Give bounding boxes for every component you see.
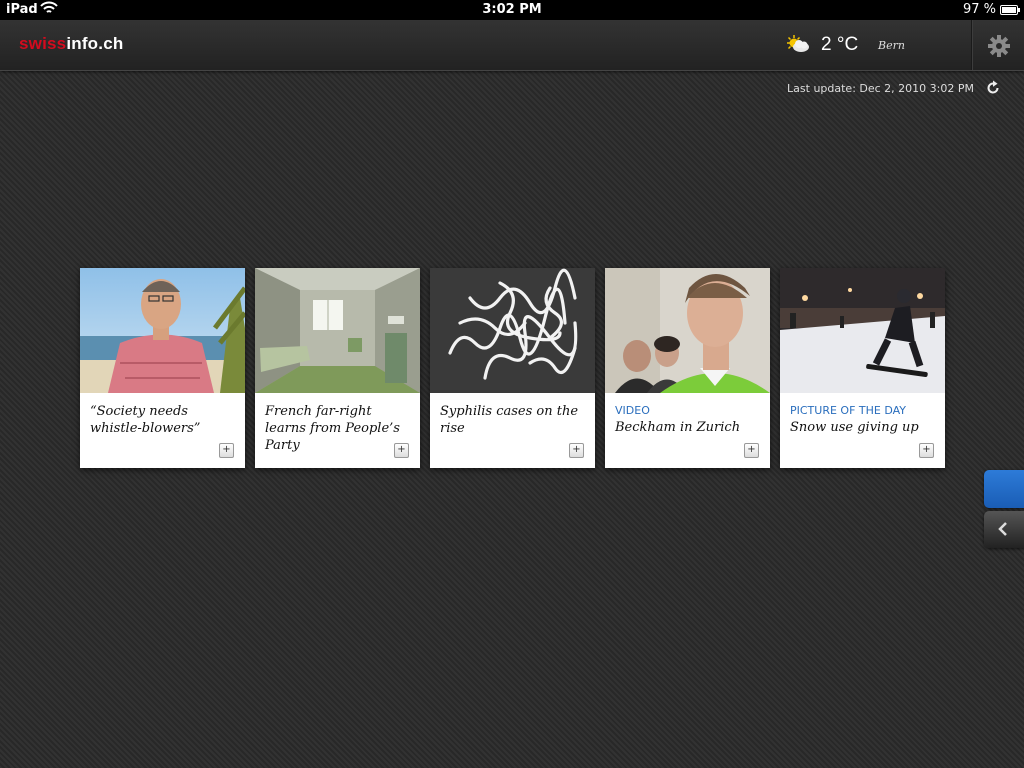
- news-title: “Society needs whistle-blowers”: [90, 404, 201, 436]
- news-title: Syphilis cases on the rise: [440, 404, 579, 436]
- news-title: French far-right learns from People’s Pa…: [265, 404, 400, 453]
- news-card[interactable]: PICTURE OF THE DAY Snow use giving up +: [780, 268, 945, 468]
- news-thumbnail: [430, 268, 595, 393]
- blue-tab[interactable]: [984, 470, 1024, 508]
- expand-button[interactable]: +: [744, 443, 759, 458]
- news-card[interactable]: Syphilis cases on the rise +: [430, 268, 595, 468]
- logo-swiss: swiss: [19, 34, 67, 53]
- swissinfo-logo[interactable]: swissinfo.ch: [19, 34, 123, 54]
- news-title: Beckham in Zurich: [615, 420, 741, 435]
- status-time: 3:02 PM: [482, 2, 542, 17]
- news-card[interactable]: VIDEO Beckham in Zurich +: [605, 268, 770, 468]
- status-bar: iPad 3:02 PM 97 %: [0, 0, 1024, 20]
- battery-icon: [1000, 5, 1020, 15]
- battery-percent: 97 %: [962, 2, 996, 17]
- category-tag: PICTURE OF THE DAY: [790, 404, 907, 417]
- category-tag: VIDEO: [615, 404, 650, 417]
- temperature: 2 °C: [821, 34, 859, 55]
- news-card[interactable]: French far-right learns from People’s Pa…: [255, 268, 420, 468]
- news-title: Snow use giving up: [790, 420, 919, 435]
- news-thumbnail: [605, 268, 770, 393]
- expand-button[interactable]: +: [219, 443, 234, 458]
- expand-button[interactable]: +: [919, 443, 934, 458]
- chevron-left-icon: [998, 522, 1007, 536]
- expand-button[interactable]: +: [569, 443, 584, 458]
- refresh-icon: [987, 80, 999, 94]
- news-thumbnail: [255, 268, 420, 393]
- last-update-text: Last update: Dec 2, 2010 3:02 PM: [787, 82, 974, 95]
- city-name: Bern: [878, 39, 905, 52]
- news-card[interactable]: “Society needs whistle-blowers” +: [80, 268, 245, 468]
- settings-button[interactable]: [971, 20, 1024, 70]
- gear-icon: [988, 35, 1010, 57]
- news-thumbnail: [780, 268, 945, 393]
- refresh-button[interactable]: [985, 80, 1001, 100]
- expand-button[interactable]: +: [394, 443, 409, 458]
- partly-cloudy-icon: [785, 34, 811, 54]
- news-thumbnail: [80, 268, 245, 393]
- back-tab[interactable]: [984, 511, 1024, 548]
- app-header: swissinfo.ch 2 °C Bern: [0, 20, 1024, 71]
- logo-info: info.ch: [66, 34, 124, 53]
